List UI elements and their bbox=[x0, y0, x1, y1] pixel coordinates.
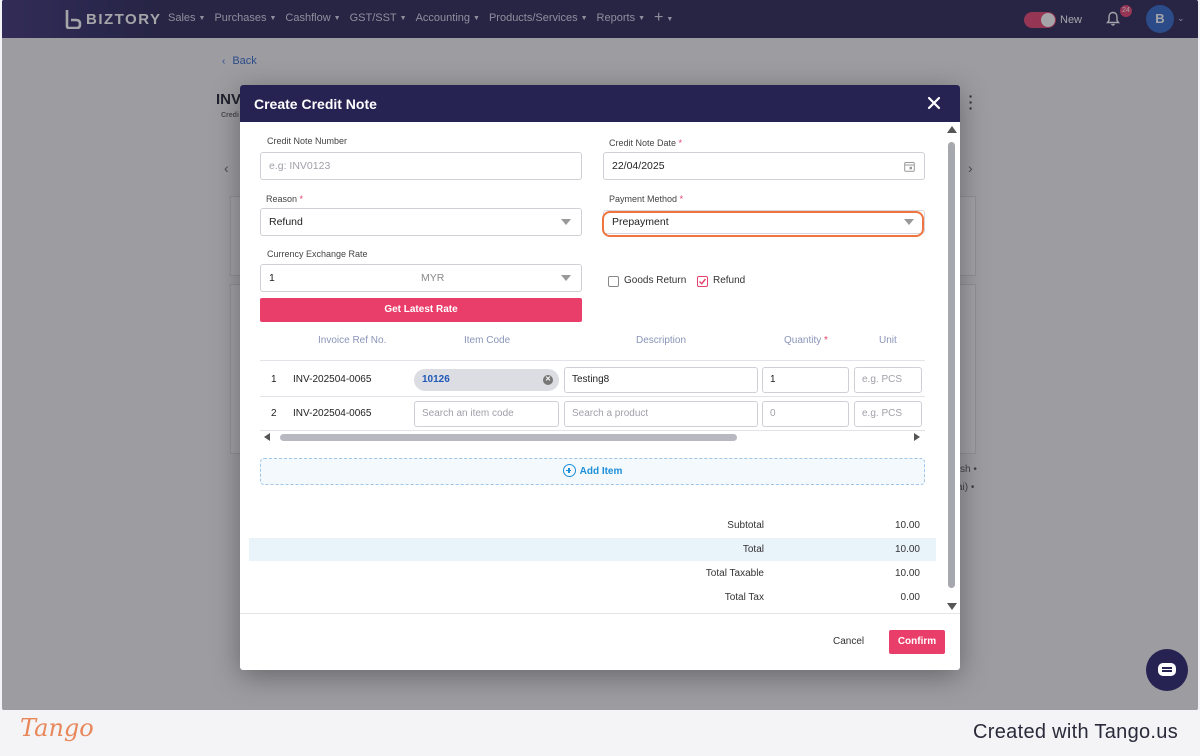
dropdown-arrow-icon bbox=[561, 219, 571, 225]
tango-credit: Created with Tango.us bbox=[973, 721, 1178, 743]
summary-value: 10.00 bbox=[894, 568, 920, 579]
tango-logo: Tango bbox=[20, 714, 94, 742]
summary-row-total: Total 10.00 bbox=[249, 538, 936, 561]
dropdown-arrow-icon bbox=[561, 275, 571, 281]
currency-rate-input[interactable]: 1 MYR bbox=[260, 264, 582, 292]
check-icon bbox=[699, 278, 707, 285]
product-search-input[interactable]: Search a product bbox=[564, 401, 758, 427]
vertical-scroll-thumb[interactable] bbox=[948, 142, 955, 588]
summary-row-subtotal: Subtotal 10.00 bbox=[249, 514, 936, 537]
scroll-right-icon[interactable] bbox=[914, 433, 920, 441]
goods-return-label: Goods Return bbox=[624, 275, 687, 286]
summary-label: Total Taxable bbox=[705, 568, 764, 579]
scroll-up-icon[interactable] bbox=[947, 126, 957, 133]
invoice-ref: INV-202504-0065 bbox=[293, 408, 372, 419]
credit-note-number-input[interactable]: e.g: INV0123 bbox=[260, 152, 582, 180]
quantity-input[interactable]: 0 bbox=[762, 401, 849, 427]
column-header-invoice-ref: Invoice Ref No. bbox=[318, 335, 387, 346]
credit-note-date-label: Credit Note Date * bbox=[609, 138, 683, 148]
add-item-label: Add Item bbox=[579, 466, 623, 477]
calendar-icon[interactable] bbox=[904, 161, 915, 172]
credit-note-date-value: 22/04/2025 bbox=[612, 160, 665, 172]
quantity-input[interactable]: 1 bbox=[762, 367, 849, 393]
scroll-down-icon[interactable] bbox=[947, 603, 957, 610]
item-code-chip[interactable]: 10126 ✕ bbox=[414, 369, 559, 391]
table-divider bbox=[260, 396, 925, 397]
vertical-scrollbar[interactable] bbox=[946, 126, 957, 610]
goods-return-checkbox[interactable] bbox=[608, 276, 619, 287]
invoice-ref: INV-202504-0065 bbox=[293, 374, 372, 385]
reason-value: Refund bbox=[269, 216, 303, 228]
summary-value: 10.00 bbox=[894, 520, 920, 531]
column-header-unit: Unit bbox=[879, 335, 897, 346]
close-icon[interactable] bbox=[924, 93, 944, 113]
summary-row-total-taxable: Total Taxable 10.00 bbox=[249, 562, 936, 585]
table-divider bbox=[260, 360, 925, 361]
summary-row-total-tax: Total Tax 0.00 bbox=[249, 586, 936, 609]
plus-circle-icon bbox=[562, 464, 576, 477]
unit-input[interactable]: e.g. PCS bbox=[854, 401, 922, 427]
get-latest-rate-button[interactable]: Get Latest Rate bbox=[260, 298, 582, 322]
table-divider bbox=[260, 430, 925, 431]
column-header-quantity: Quantity * bbox=[784, 335, 828, 346]
credit-note-date-input[interactable]: 22/04/2025 bbox=[603, 152, 925, 180]
create-credit-note-dialog: Create Credit Note Credit Note Number e.… bbox=[240, 85, 960, 670]
currency-rate-value: 1 bbox=[269, 272, 275, 284]
reason-label: Reason * bbox=[266, 194, 304, 204]
summary-label: Total bbox=[742, 544, 764, 555]
row-number: 1 bbox=[271, 374, 277, 385]
summary-value: 10.00 bbox=[894, 544, 920, 555]
horizontal-scroll-thumb[interactable] bbox=[280, 434, 737, 441]
item-code-search-input[interactable]: Search an item code bbox=[414, 401, 559, 427]
dialog-title: Create Credit Note bbox=[254, 96, 377, 112]
currency-rate-label: Currency Exchange Rate bbox=[267, 249, 368, 259]
unit-input[interactable]: e.g. PCS bbox=[854, 367, 922, 393]
payment-method-label: Payment Method * bbox=[609, 194, 684, 204]
credit-note-number-label: Credit Note Number bbox=[267, 136, 348, 146]
horizontal-scrollbar[interactable] bbox=[262, 432, 922, 442]
reason-select[interactable]: Refund bbox=[260, 208, 582, 236]
cancel-button[interactable]: Cancel bbox=[833, 636, 864, 647]
dialog-header: Create Credit Note bbox=[240, 85, 960, 122]
item-code-value: 10126 bbox=[422, 374, 450, 385]
scroll-left-icon[interactable] bbox=[264, 433, 270, 441]
dialog-footer: Cancel Confirm bbox=[240, 613, 960, 670]
row-number: 2 bbox=[271, 408, 277, 419]
clear-icon[interactable]: ✕ bbox=[543, 375, 553, 385]
description-input[interactable]: Testing8 bbox=[564, 367, 758, 393]
currency-code: MYR bbox=[421, 272, 445, 284]
chat-icon bbox=[1158, 663, 1176, 676]
chat-button[interactable] bbox=[1146, 649, 1188, 691]
summary-label: Subtotal bbox=[727, 520, 764, 531]
refund-label: Refund bbox=[713, 275, 746, 286]
credit-note-number-placeholder: e.g: INV0123 bbox=[269, 160, 331, 172]
payment-method-highlight bbox=[602, 211, 924, 237]
column-header-item-code: Item Code bbox=[464, 335, 511, 346]
dialog-body: Credit Note Number e.g: INV0123 Credit N… bbox=[240, 122, 960, 613]
summary-value: 0.00 bbox=[900, 592, 920, 603]
refund-checkbox[interactable] bbox=[697, 276, 708, 287]
column-header-description: Description bbox=[636, 335, 687, 346]
summary-label: Total Tax bbox=[724, 592, 764, 603]
add-item-button[interactable]: Add Item bbox=[260, 458, 925, 485]
confirm-button[interactable]: Confirm bbox=[889, 630, 945, 654]
